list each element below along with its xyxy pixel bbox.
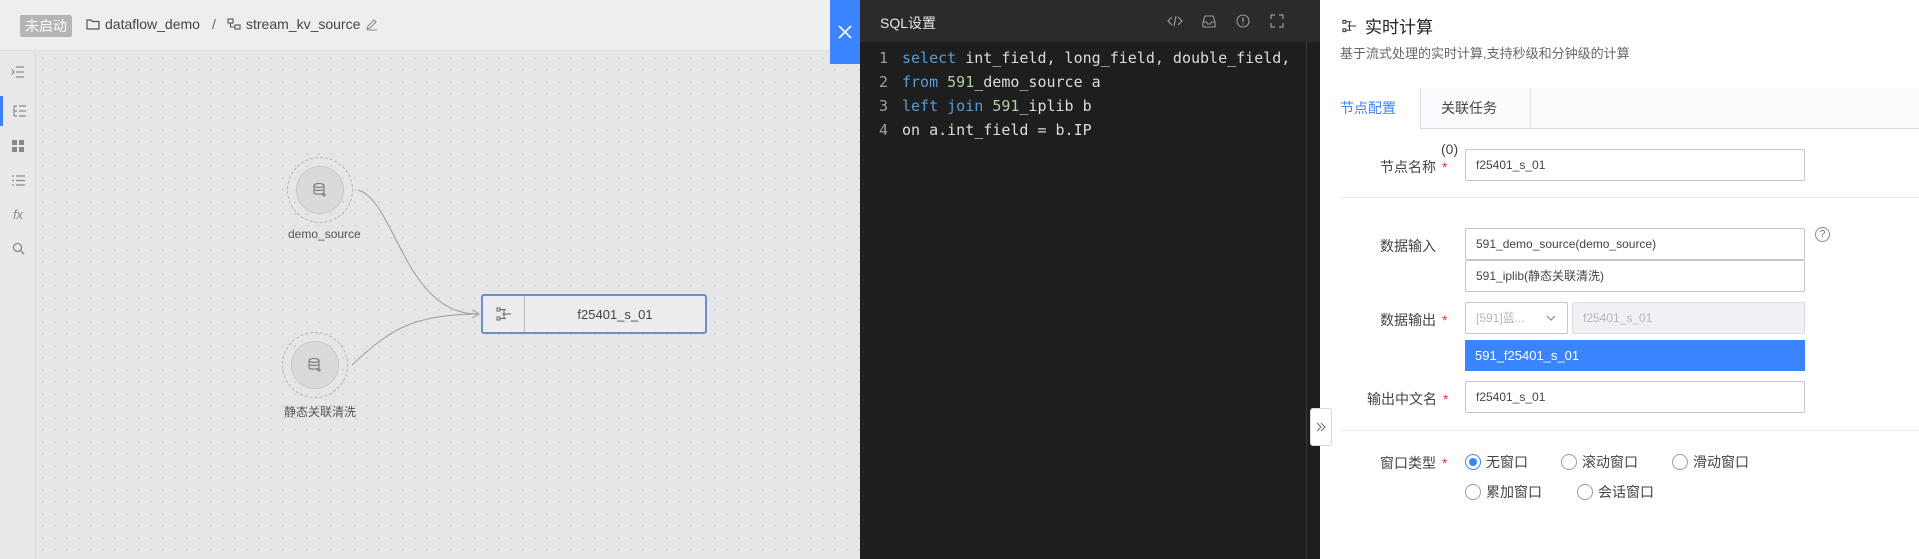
- radio-circle: [1577, 484, 1593, 500]
- inbox-icon[interactable]: [1192, 0, 1226, 42]
- data-input-field[interactable]: 591_iplib(静态关联清洗): [1465, 260, 1805, 292]
- node-links: [351, 189, 481, 366]
- config-panel: 实时计算 基于流式处理的实时计算,支持秒级和分钟级的计算 节点配置 关联任务(0…: [1320, 0, 1919, 559]
- window-option-label: 会话窗口: [1598, 484, 1654, 500]
- section-divider: [1340, 197, 1919, 198]
- code-line: 2 from 591_demo_source a: [860, 70, 1320, 94]
- node-name-label: 节点名称 *: [1380, 157, 1447, 177]
- data-output-label-text: 数据输出: [1380, 312, 1436, 328]
- data-input-field[interactable]: 591_demo_source(demo_source): [1465, 228, 1805, 260]
- realtime-calc-icon: [496, 307, 511, 321]
- code-text: left join 591_iplib b: [902, 97, 1092, 115]
- fullscreen-icon[interactable]: [1260, 0, 1294, 42]
- code-line: 1 select int_field, long_field, double_f…: [860, 46, 1320, 70]
- config-title-label: 实时计算: [1365, 18, 1433, 37]
- required-mark: *: [1442, 455, 1448, 471]
- code-text: select int_field, long_field, double_fie…: [902, 49, 1291, 67]
- flow-canvas-area: 未启动 dataflow_demo / stream_kv_source fx …: [0, 0, 860, 559]
- window-option-label: 滑动窗口: [1693, 454, 1749, 470]
- required-mark: *: [1442, 159, 1448, 175]
- window-option-sliding[interactable]: 滑动窗口: [1672, 452, 1749, 472]
- window-option-none[interactable]: 无窗口: [1465, 452, 1528, 472]
- calc-node[interactable]: f25401_s_01: [481, 294, 707, 334]
- window-option-accumulate[interactable]: 累加窗口: [1465, 482, 1542, 502]
- cn-name-input[interactable]: f25401_s_01: [1465, 381, 1805, 413]
- source-node-static-join[interactable]: [282, 332, 348, 398]
- data-output-label: 数据输出 *: [1380, 310, 1447, 330]
- collapse-editor-button[interactable]: [1310, 408, 1332, 446]
- link-static-join: [351, 313, 479, 366]
- help-icon[interactable]: ?: [1815, 227, 1830, 242]
- database-icon: [308, 357, 321, 372]
- code-line: 3 left join 591_iplib b: [860, 94, 1320, 118]
- sql-header: SQL设置: [860, 0, 1320, 42]
- info-icon[interactable]: [1226, 0, 1260, 42]
- radio-circle: [1561, 454, 1577, 470]
- line-number: 1: [878, 49, 888, 67]
- window-option-label: 无窗口: [1486, 454, 1528, 470]
- radio-circle: [1672, 454, 1688, 470]
- window-option-tumbling[interactable]: 滚动窗口: [1561, 452, 1638, 472]
- config-subtitle: 基于流式处理的实时计算,支持秒级和分钟级的计算: [1340, 46, 1630, 61]
- window-option-session[interactable]: 会话窗口: [1577, 482, 1654, 502]
- output-name-input: f25401_s_01: [1572, 302, 1805, 334]
- sql-title: SQL设置: [880, 15, 937, 31]
- source-node-label: demo_source: [288, 227, 361, 241]
- sql-code-editor[interactable]: 1 select int_field, long_field, double_f…: [860, 46, 1320, 142]
- line-number: 3: [878, 97, 888, 115]
- source-node-label: 静态关联清洗: [284, 405, 357, 419]
- config-tabs: 节点配置 关联任务(0): [1320, 88, 1919, 157]
- sql-panel: SQL设置 1 select int_field, long_field, do…: [860, 0, 1320, 559]
- data-input-label: 数据输入: [1380, 236, 1436, 256]
- window-option-label: 滚动窗口: [1582, 454, 1638, 470]
- tab-related-tasks[interactable]: 关联任务(0): [1421, 88, 1531, 157]
- code-text: on a.int_field = b.IP: [902, 121, 1092, 139]
- code-line: 4 on a.int_field = b.IP: [860, 118, 1320, 142]
- line-number: 2: [878, 73, 888, 91]
- required-mark: *: [1443, 391, 1449, 407]
- cn-name-label: 输出中文名 *: [1367, 389, 1448, 409]
- required-mark: *: [1442, 312, 1448, 328]
- calc-node-label: f25401_s_01: [577, 306, 653, 322]
- data-input-label-text: 数据输入: [1380, 238, 1436, 254]
- chevron-down-icon: [1546, 315, 1556, 321]
- cn-name-label-text: 输出中文名: [1367, 391, 1437, 407]
- window-type-label-text: 窗口类型: [1380, 455, 1436, 471]
- output-dropdown-option[interactable]: 591_f25401_s_01: [1465, 340, 1805, 371]
- close-panel-button[interactable]: [830, 0, 860, 64]
- source-node-demo[interactable]: [287, 157, 353, 223]
- link-demo-source: [357, 189, 479, 315]
- database-icon: [313, 182, 326, 197]
- window-option-label: 累加窗口: [1486, 484, 1542, 500]
- radio-circle: [1465, 484, 1481, 500]
- code-text: from 591_demo_source a: [902, 73, 1101, 91]
- node-name-input[interactable]: f25401_s_01: [1465, 149, 1805, 181]
- close-icon: [838, 25, 852, 39]
- app-root: 未启动 dataflow_demo / stream_kv_source fx …: [0, 0, 1919, 559]
- radio-circle: [1465, 454, 1481, 470]
- tab-node-config[interactable]: 节点配置: [1320, 88, 1421, 130]
- window-type-label: 窗口类型 *: [1380, 453, 1447, 473]
- double-chevron-right-icon: [1316, 422, 1326, 432]
- output-prefix-select[interactable]: [591]蓝...: [1465, 302, 1568, 334]
- realtime-calc-icon: [1342, 19, 1357, 32]
- line-number: 4: [878, 121, 888, 139]
- editor-divider: [1306, 42, 1307, 559]
- config-title: 实时计算: [1342, 13, 1433, 38]
- output-prefix-value: [591]蓝...: [1476, 311, 1525, 325]
- section-divider: [1340, 430, 1919, 431]
- node-name-label-text: 节点名称: [1380, 159, 1436, 175]
- code-icon[interactable]: [1158, 0, 1192, 42]
- sql-toolbar: [1158, 0, 1294, 42]
